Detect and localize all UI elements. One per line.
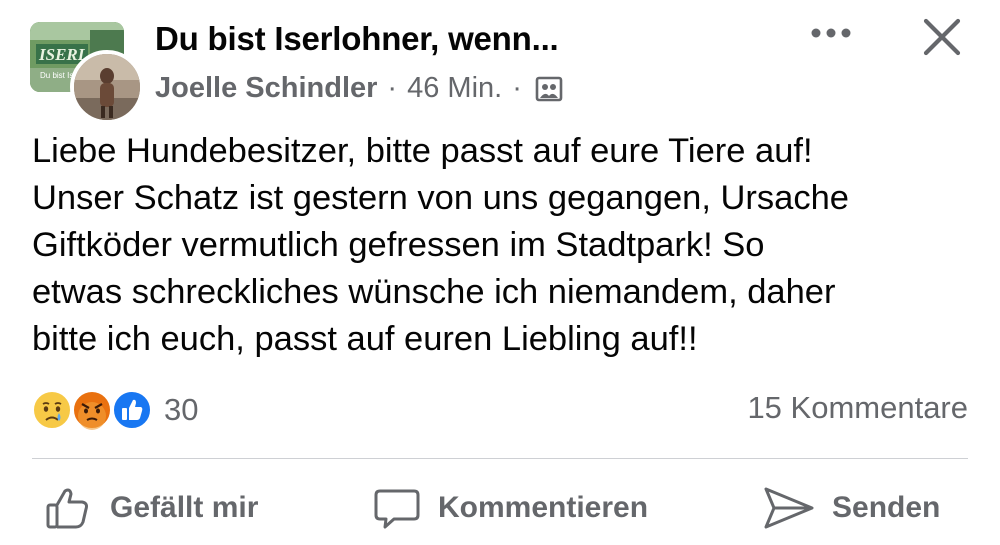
divider bbox=[32, 458, 968, 459]
share-label: Senden bbox=[832, 491, 941, 524]
user-avatar[interactable] bbox=[70, 50, 144, 124]
post-text-line: bitte ich euch, passt auf euren Liebling… bbox=[32, 320, 698, 358]
group-name[interactable]: Du bist Iserlohner, wenn... bbox=[155, 20, 559, 58]
thumbs-up-icon bbox=[46, 488, 88, 529]
share-button[interactable]: Senden bbox=[762, 478, 940, 538]
post-text: Liebe Hundebesitzer, bitte passt auf eur… bbox=[32, 128, 977, 363]
post-avatars[interactable]: ISERL Du bist Iser bbox=[30, 22, 144, 124]
post-text-line: Liebe Hundebesitzer, bitte passt auf eur… bbox=[32, 132, 813, 170]
author-name[interactable]: Joelle Schindler bbox=[155, 72, 377, 105]
close-icon bbox=[923, 18, 961, 56]
comment-label: Kommentieren bbox=[438, 491, 649, 524]
comment-bubble-icon bbox=[374, 489, 420, 529]
more-horizontal-icon bbox=[811, 28, 851, 38]
meta-separator: · bbox=[387, 72, 398, 104]
post-text-line: etwas schreckliches wünsche ich niemande… bbox=[32, 273, 836, 311]
group-audience-icon bbox=[534, 74, 564, 104]
reaction-count: 30 bbox=[164, 392, 199, 427]
angry-reaction-icon bbox=[72, 390, 112, 430]
like-button[interactable]: Gefällt mir bbox=[44, 478, 258, 538]
post-text-line: Giftköder vermutlich gefressen im Stadtp… bbox=[32, 226, 765, 264]
comments-count[interactable]: 15 Kommentare bbox=[747, 390, 968, 426]
comment-button[interactable]: Kommentieren bbox=[372, 478, 648, 538]
like-reaction-icon bbox=[112, 390, 152, 430]
facebook-post: ISERL Du bist Iser Du bist Iserlohner, w… bbox=[0, 0, 1000, 545]
close-button[interactable] bbox=[915, 10, 969, 64]
more-options-button[interactable] bbox=[808, 16, 854, 50]
meta-separator-2: · bbox=[512, 72, 522, 104]
post-text-line: Unser Schatz ist gestern von uns gegange… bbox=[32, 179, 849, 217]
like-label: Gefällt mir bbox=[110, 491, 259, 524]
post-time[interactable]: 46 Min. bbox=[407, 72, 502, 105]
send-arrow-icon bbox=[764, 487, 814, 529]
user-avatar-image bbox=[74, 54, 140, 120]
post-meta: Joelle Schindler · 46 Min. · bbox=[155, 72, 564, 105]
reactions-summary[interactable]: 30 bbox=[32, 388, 198, 432]
reaction-icons bbox=[32, 388, 158, 432]
sad-reaction-icon bbox=[32, 390, 72, 430]
